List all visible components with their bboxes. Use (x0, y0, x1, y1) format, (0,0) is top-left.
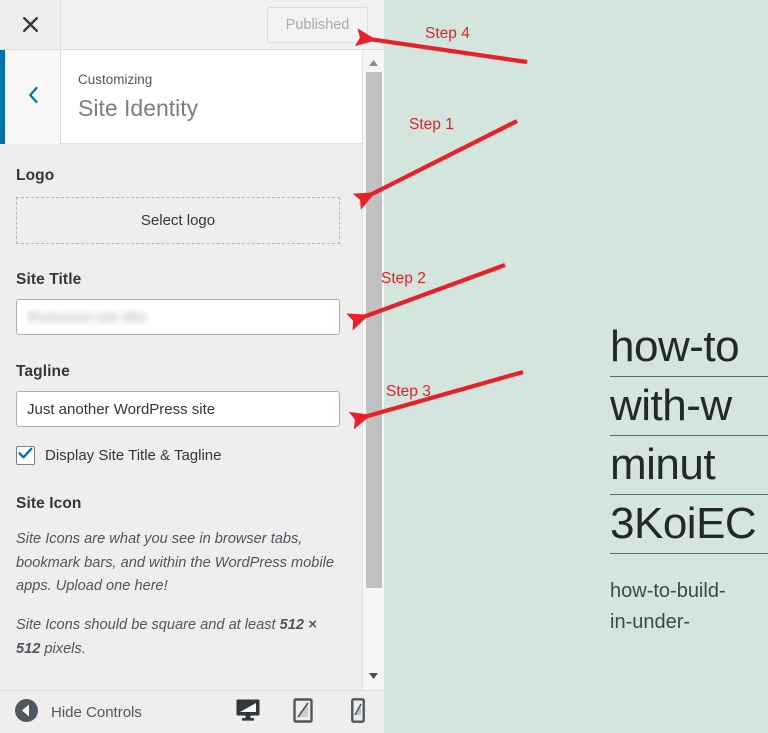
site-icon-help-prefix: Site Icons should be square and at least (16, 617, 280, 633)
hide-controls-button[interactable]: Hide Controls (14, 691, 142, 733)
preview-heading-line: with-w (610, 377, 768, 436)
select-logo-button[interactable]: Select logo (16, 197, 340, 244)
site-title-input[interactable] (16, 299, 340, 335)
customizer-panel: Published Customizing Site Identity Logo (0, 0, 384, 733)
display-site-title-label: Display Site Title & Tagline (45, 447, 221, 464)
site-preview-pane: how-to with-w minut 3KoiEC how-to-build-… (384, 0, 768, 733)
site-icon-help-text-1: Site Icons are what you see in browser t… (16, 528, 340, 599)
checkmark-icon (18, 447, 33, 465)
publish-button[interactable]: Published (267, 7, 368, 43)
preview-meta-line: in-under- (610, 607, 768, 638)
preview-meta-line: how-to-build- (610, 576, 768, 607)
site-icon-help-suffix: pixels. (40, 641, 85, 657)
close-icon (21, 15, 40, 34)
logo-label: Logo (16, 167, 340, 185)
page-title: Site Identity (78, 91, 198, 126)
section-header-text: Customizing Site Identity (78, 70, 198, 126)
mobile-preview-button[interactable] (344, 699, 372, 727)
preview-heading-line: how-to (610, 318, 768, 377)
controls-list: Logo Select logo Site Title Tagline Disp… (0, 145, 356, 661)
desktop-preview-button[interactable] (234, 699, 262, 727)
customizer-section-header: Customizing Site Identity (0, 50, 384, 144)
desktop-icon (235, 698, 261, 727)
scroll-down-button[interactable] (363, 667, 384, 684)
hide-controls-label: Hide Controls (51, 704, 142, 721)
customizer-screen: how-to with-w minut 3KoiEC how-to-build-… (0, 0, 768, 733)
close-customizer-button[interactable] (0, 0, 61, 49)
triangle-up-icon (368, 54, 379, 72)
display-site-title-checkbox[interactable] (16, 446, 35, 465)
tagline-input[interactable] (16, 391, 340, 427)
tablet-preview-button[interactable] (289, 699, 317, 727)
mobile-icon (351, 698, 365, 728)
site-icon-help-text-2: Site Icons should be square and at least… (16, 614, 340, 661)
chevron-left-icon (26, 85, 40, 110)
controls-scroll-area: Logo Select logo Site Title Tagline Disp… (0, 145, 384, 690)
back-button[interactable] (5, 50, 61, 144)
site-icon-label: Site Icon (16, 495, 340, 513)
site-title-label: Site Title (16, 271, 340, 289)
customizer-bottombar: Hide Controls (0, 690, 384, 733)
breadcrumb: Customizing (78, 70, 198, 90)
customizer-topbar: Published (0, 0, 384, 50)
tagline-label: Tagline (16, 363, 340, 381)
caret-left-circle-icon (14, 698, 39, 728)
triangle-down-icon (368, 667, 379, 685)
preview-content: how-to with-w minut 3KoiEC how-to-build-… (610, 318, 768, 638)
scroll-up-button[interactable] (363, 54, 384, 71)
device-preview-buttons (234, 691, 372, 733)
scroll-thumb[interactable] (366, 72, 382, 588)
panel-scrollbar[interactable] (362, 50, 384, 690)
preview-heading-line: minut (610, 436, 768, 495)
tablet-icon (293, 698, 313, 728)
preview-heading-line: 3KoiEC (610, 495, 768, 554)
display-site-title-row[interactable]: Display Site Title & Tagline (16, 446, 340, 465)
